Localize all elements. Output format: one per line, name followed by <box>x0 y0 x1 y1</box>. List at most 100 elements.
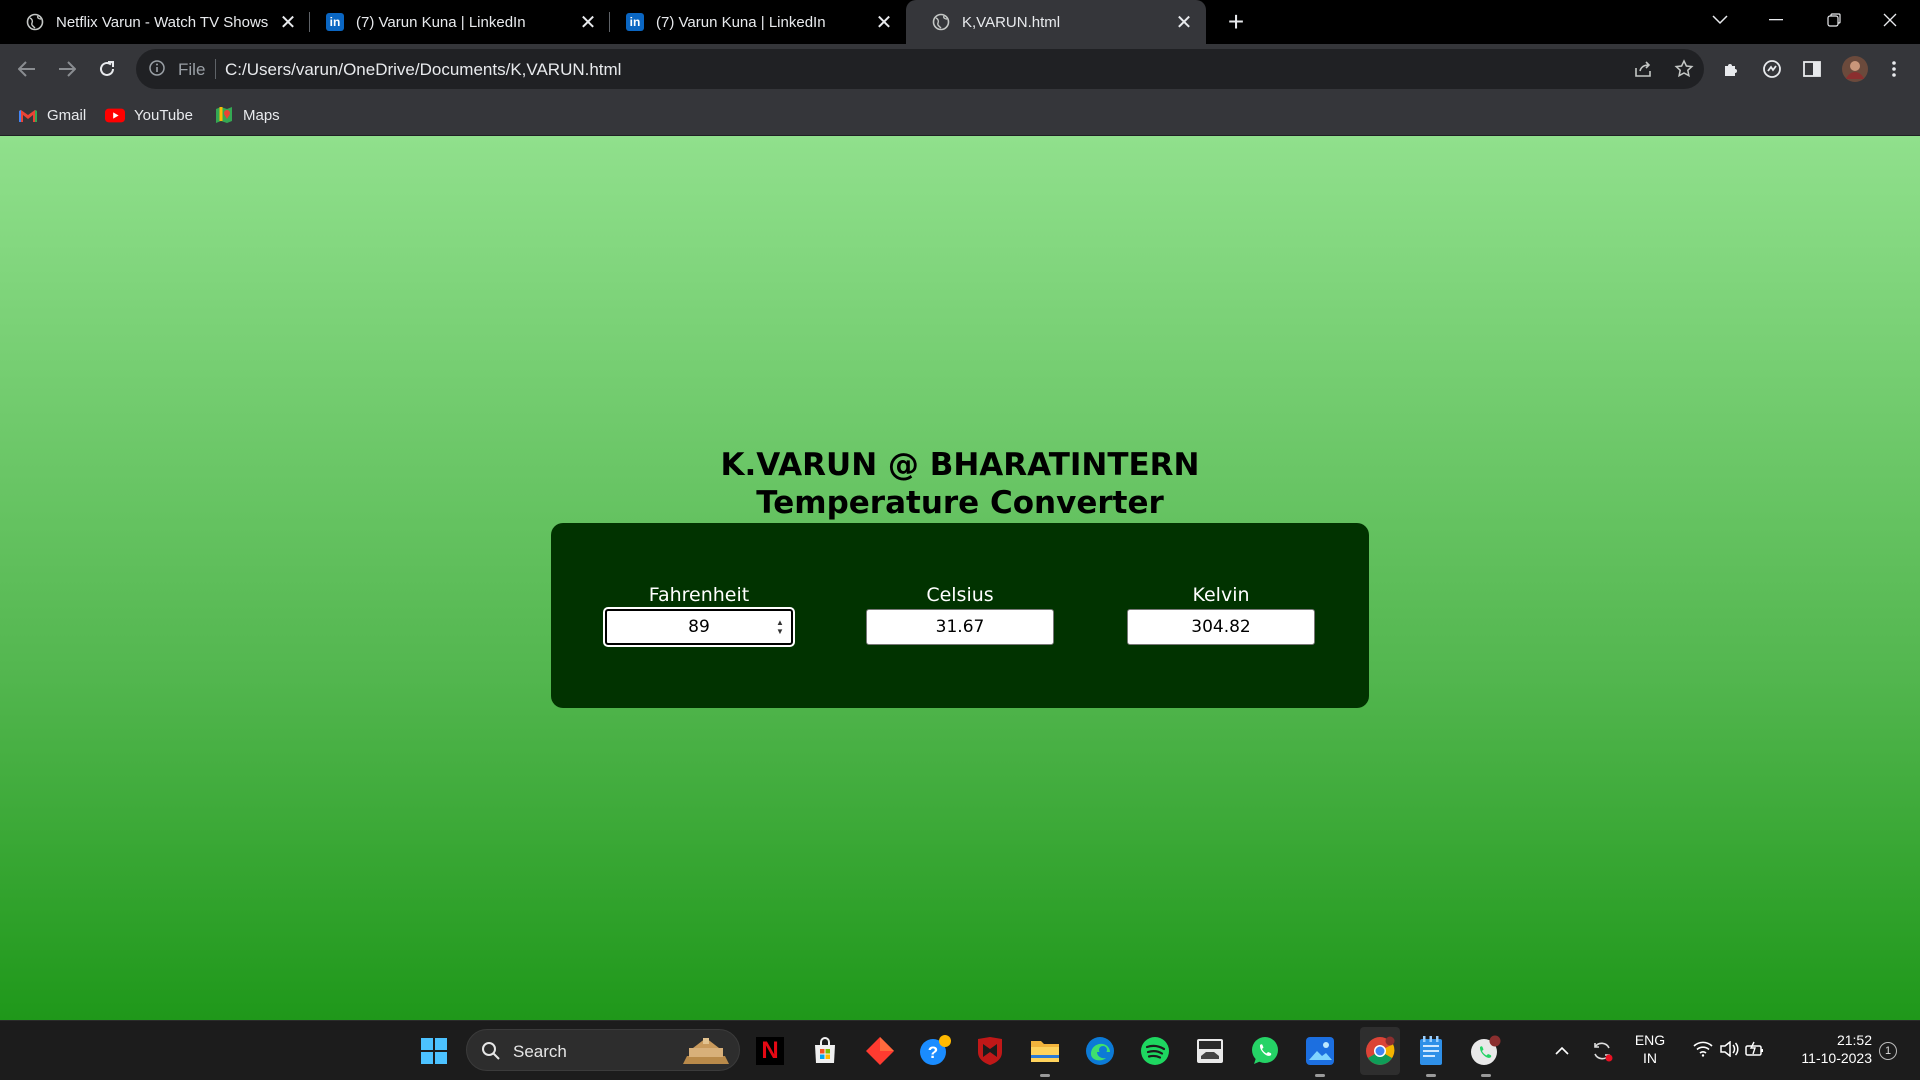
get-help-icon[interactable]: ? <box>919 1035 951 1067</box>
language-indicator[interactable]: ENG IN <box>1628 1031 1672 1067</box>
windows-start-icon[interactable] <box>418 1035 450 1067</box>
youtube-icon <box>105 107 125 123</box>
edge-icon[interactable] <box>1084 1035 1116 1067</box>
kelvin-input[interactable] <box>1127 609 1315 645</box>
whatsapp-profile-icon[interactable] <box>1470 1035 1502 1077</box>
avatar[interactable] <box>1840 54 1870 84</box>
battery-charging-icon <box>1745 1041 1767 1062</box>
search-highlight-icon <box>679 1034 733 1073</box>
bookmark-label: YouTube <box>134 106 193 124</box>
gmail-icon <box>18 107 38 123</box>
bookmark-gmail[interactable]: Gmail <box>18 103 86 127</box>
language-label: ENG <box>1634 1032 1666 1048</box>
celsius-label: Celsius <box>926 584 994 606</box>
tab-active[interactable]: K,VARUN.html ✕ <box>906 0 1206 44</box>
clock-time: 21:52 <box>1836 1032 1872 1048</box>
back-icon[interactable] <box>12 54 42 84</box>
tab-title: (7) Varun Kuna | LinkedIn <box>656 13 826 31</box>
tab-title: Netflix Varun - Watch TV Shows <box>56 13 269 31</box>
clock-date: 11-10-2023 <box>1801 1050 1872 1066</box>
scheme-label: File <box>178 60 206 79</box>
sync-icon[interactable] <box>1586 1035 1618 1067</box>
taskbar: Search N ? ENG IN 21:52 11-10-2023 1 <box>0 1020 1920 1080</box>
search-label: Search <box>513 1042 567 1061</box>
reload-icon[interactable] <box>92 54 122 84</box>
close-window-icon[interactable] <box>1862 0 1918 40</box>
bookmark-maps[interactable]: Maps <box>214 103 280 127</box>
tab-title: (7) Varun Kuna | LinkedIn <box>356 13 526 31</box>
kelvin-group: Kelvin <box>1127 583 1315 645</box>
fahrenheit-group: Fahrenheit ▲▼ <box>605 583 793 645</box>
side-panel-icon[interactable] <box>1800 57 1824 81</box>
photos-app-icon[interactable] <box>1304 1035 1336 1077</box>
search-icon <box>481 1041 501 1066</box>
browser-toolbar: File C:/Users/varun/OneDrive/Documents/K… <box>0 44 1920 94</box>
close-tab-icon[interactable]: ✕ <box>1170 8 1198 36</box>
page-heading: K.VARUN @ BHARATINTERN Temperature Conve… <box>0 446 1920 522</box>
address-bar[interactable]: File C:/Users/varun/OneDrive/Documents/K… <box>136 49 1704 89</box>
fahrenheit-label: Fahrenheit <box>648 584 750 606</box>
spotify-icon[interactable] <box>1139 1035 1171 1067</box>
volume-icon <box>1719 1039 1739 1062</box>
celsius-group: Celsius <box>866 583 1054 645</box>
running-indicator <box>1481 1074 1491 1077</box>
notepad-icon[interactable] <box>1415 1035 1447 1077</box>
running-indicator <box>1040 1074 1050 1077</box>
notification-badge[interactable]: 1 <box>1876 1035 1900 1067</box>
page-viewport: K.VARUN @ BHARATINTERN Temperature Conve… <box>0 136 1920 1020</box>
bookmark-star-icon[interactable] <box>1672 57 1696 81</box>
close-tab-icon[interactable]: ✕ <box>870 8 898 36</box>
tab-search-icon[interactable] <box>1692 0 1748 40</box>
app-diamond-icon[interactable] <box>864 1035 896 1067</box>
tab-netflix[interactable]: Netflix Varun - Watch TV Shows ✕ <box>0 0 310 44</box>
page-subtitle: Temperature Converter <box>756 485 1164 521</box>
running-indicator <box>1315 1074 1325 1077</box>
globe-icon <box>932 13 950 31</box>
info-icon[interactable] <box>148 59 168 79</box>
maps-icon <box>214 107 234 123</box>
close-tab-icon[interactable]: ✕ <box>574 8 602 36</box>
celsius-input[interactable] <box>866 609 1054 645</box>
bookmarks-bar: Gmail YouTube Maps <box>0 94 1920 136</box>
new-tab-button[interactable]: + <box>1220 6 1252 38</box>
linkedin-icon: in <box>626 13 644 31</box>
whatsapp-icon[interactable] <box>1249 1035 1281 1067</box>
tab-title: K,VARUN.html <box>962 13 1061 31</box>
microsoft-store-icon[interactable] <box>809 1035 841 1067</box>
page-title: K.VARUN @ BHARATINTERN <box>720 447 1200 483</box>
tab-linkedin-2[interactable]: in (7) Varun Kuna | LinkedIn ✕ <box>600 0 906 44</box>
quick-settings[interactable] <box>1680 1035 1780 1067</box>
minimize-icon[interactable] <box>1748 0 1804 40</box>
clock[interactable]: 21:52 11-10-2023 <box>1776 1031 1872 1067</box>
netflix-icon[interactable]: N <box>754 1035 786 1067</box>
kelvin-label: Kelvin <box>1192 584 1250 606</box>
bookmark-label: Gmail <box>47 106 87 124</box>
globe-icon <box>26 13 44 31</box>
wifi-icon <box>1693 1041 1713 1062</box>
file-explorer-icon[interactable] <box>1029 1035 1061 1077</box>
number-spinner-icon[interactable]: ▲ ▼ <box>775 618 785 636</box>
show-hidden-icons-chevron-icon[interactable] <box>1546 1035 1578 1067</box>
tab-strip: Netflix Varun - Watch TV Shows ✕ in (7) … <box>0 0 1920 44</box>
restore-icon[interactable] <box>1806 0 1862 40</box>
running-indicator <box>1426 1074 1436 1077</box>
extensions-icon[interactable] <box>1720 57 1744 81</box>
region-label: IN <box>1643 1050 1657 1066</box>
tab-linkedin-1[interactable]: in (7) Varun Kuna | LinkedIn ✕ <box>300 0 610 44</box>
chrome-icon[interactable] <box>1360 1027 1400 1075</box>
forward-icon[interactable] <box>52 54 82 84</box>
share-icon[interactable] <box>1632 57 1656 81</box>
omnibox-divider <box>215 59 216 79</box>
notification-count: 1 <box>1879 1042 1897 1060</box>
menu-icon[interactable] <box>1882 57 1906 81</box>
mcafee-icon[interactable] <box>974 1035 1006 1067</box>
url-text[interactable]: C:/Users/varun/OneDrive/Documents/K,VARU… <box>225 60 621 80</box>
taskbar-search[interactable]: Search <box>466 1029 740 1071</box>
extension-circle-icon[interactable] <box>1760 57 1784 81</box>
close-tab-icon[interactable]: ✕ <box>274 8 302 36</box>
converter-card: Fahrenheit ▲▼ Celsius Kelvin <box>551 523 1369 708</box>
fahrenheit-input[interactable] <box>605 609 793 645</box>
photo-app-icon[interactable] <box>1194 1035 1226 1067</box>
linkedin-icon: in <box>326 13 344 31</box>
bookmark-youtube[interactable]: YouTube <box>105 103 193 127</box>
